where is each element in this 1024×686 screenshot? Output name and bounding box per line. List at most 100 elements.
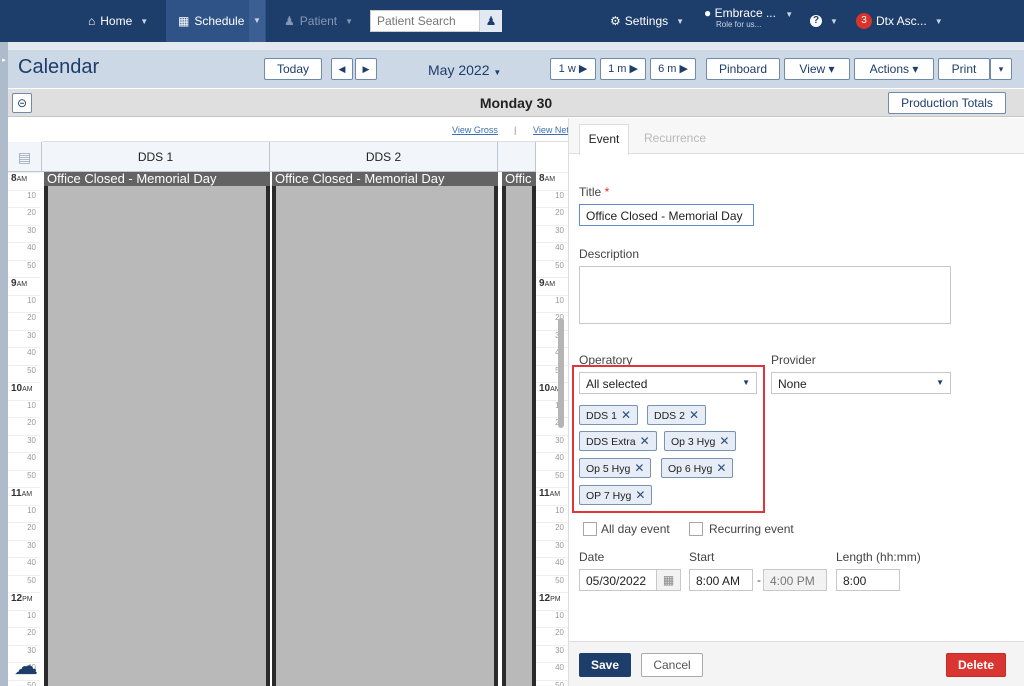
gear-icon: ⚙	[610, 14, 621, 28]
org-selector[interactable]: ● Embrace ... ▼ Role for us...	[704, 4, 793, 40]
date-value: 05/30/2022	[586, 574, 647, 588]
remove-tag-icon[interactable]: ✕	[640, 434, 650, 448]
nav-patient[interactable]: ♟ Patient ▼	[284, 0, 353, 42]
nav-settings-label: Settings	[624, 14, 669, 28]
time-hour-label: 11AM	[8, 487, 40, 505]
operatory-tag: OP 7 Hyg ✕	[579, 485, 653, 505]
time-minute-label: 50	[8, 469, 40, 488]
next-button[interactable]: ▶	[355, 58, 377, 80]
column-header-dds1: DDS 1	[42, 142, 270, 172]
provider-label: Provider	[771, 353, 816, 367]
event-tabs: Event Recurrence	[569, 118, 1024, 155]
month-label: May 2022	[428, 62, 490, 78]
time-minute-label: 30	[8, 224, 40, 243]
time-minute-label: 20	[536, 207, 568, 225]
operatory-tag: DDS 1 ✕	[579, 405, 638, 425]
print-options-button[interactable]: ▾	[990, 58, 1012, 80]
chevron-down-icon: ▼	[742, 378, 750, 387]
print-button[interactable]: Print	[938, 58, 990, 80]
cancel-button[interactable]: Cancel	[641, 653, 703, 677]
time-minute-label: 40	[536, 242, 568, 260]
tab-event[interactable]: Event	[579, 124, 629, 155]
description-label: Description	[579, 247, 640, 261]
previous-button[interactable]: ◀	[331, 58, 353, 80]
list-icon: ▤	[17, 149, 32, 165]
nav-schedule-label: Schedule	[194, 14, 245, 28]
range-1-week-button[interactable]: 1 w ▶	[550, 58, 596, 80]
view-gross-link[interactable]: View Gross	[452, 125, 498, 135]
time-minute-label: 40	[536, 662, 568, 680]
event-title: Offic	[502, 172, 536, 186]
title-label: Title *	[579, 185, 610, 199]
event-block-partial[interactable]: Offic	[502, 172, 536, 686]
time-minute-label: 50	[8, 574, 40, 593]
today-button[interactable]: Today	[264, 58, 322, 80]
provider-select-value: None	[778, 377, 807, 391]
chevron-down-icon: ▼	[493, 68, 502, 77]
time-minute-label: 40	[536, 557, 568, 575]
time-minute-label: 30	[536, 539, 568, 558]
end-time-input: 4:00 PM	[763, 569, 827, 591]
provider-select[interactable]: None ▼	[771, 372, 951, 394]
calendar-scrollbar[interactable]	[558, 318, 564, 428]
operatory-tag: DDS 2 ✕	[647, 405, 706, 425]
start-time-input[interactable]: 8:00 AM	[689, 569, 753, 591]
time-minute-label: 30	[8, 539, 40, 558]
time-minute-label: 30	[536, 644, 568, 663]
time-minute-label: 10	[536, 189, 568, 208]
time-range-dash: -	[757, 573, 761, 587]
remove-tag-icon[interactable]: ✕	[689, 408, 699, 422]
patient-search-input[interactable]	[370, 10, 480, 32]
left-collapse-strip[interactable]: ▸	[0, 42, 8, 686]
page-title: Calendar	[18, 56, 100, 78]
pinboard-button[interactable]: Pinboard	[706, 58, 780, 80]
event-block-dds1[interactable]: Office Closed - Memorial Day	[44, 172, 270, 686]
actions-menu-button[interactable]: Actions ▾	[854, 58, 934, 80]
remove-tag-icon[interactable]: ✕	[716, 461, 726, 475]
time-minute-label: 10	[536, 609, 568, 628]
remove-tag-icon[interactable]: ✕	[621, 408, 631, 422]
all-day-checkbox[interactable]	[583, 522, 597, 536]
patient-search-button[interactable]: ♟	[480, 10, 502, 32]
cloud-sync-icon[interactable]: ☁	[14, 652, 44, 682]
time-minute-label: 10	[8, 189, 40, 208]
time-minute-label: 10	[536, 294, 568, 313]
range-6-month-button[interactable]: 6 m ▶	[650, 58, 696, 80]
day-title: Monday 30	[479, 95, 553, 111]
nav-user[interactable]: 3 Dtx Asc... ▼	[856, 0, 943, 42]
remove-tag-icon[interactable]: ✕	[635, 488, 645, 502]
org-name: Embrace ...	[714, 6, 776, 20]
delete-button[interactable]: Delete	[946, 653, 1006, 677]
description-textarea[interactable]	[579, 266, 951, 324]
calendar-icon[interactable]: ▦	[656, 570, 680, 590]
person-icon: ♟	[284, 14, 295, 28]
production-totals-button[interactable]: Production Totals	[888, 92, 1006, 114]
month-selector[interactable]: May 2022 ▼	[428, 62, 501, 78]
time-minute-label: 20	[536, 627, 568, 645]
length-input[interactable]: 8:00	[836, 569, 900, 591]
title-input[interactable]: Office Closed - Memorial Day	[579, 204, 754, 226]
start-label: Start	[689, 550, 715, 564]
time-minute-label: 50	[536, 574, 568, 593]
remove-tag-icon[interactable]: ✕	[719, 434, 729, 448]
tab-recurrence[interactable]: Recurrence	[635, 124, 715, 154]
schedule-dropdown-toggle[interactable]: ▼	[249, 0, 265, 42]
operatory-select[interactable]: All selected ▼	[579, 372, 757, 394]
time-minute-label: 30	[536, 434, 568, 453]
nav-settings[interactable]: ⚙ Settings ▼	[610, 0, 684, 42]
nav-home[interactable]: ⌂ Home ▼	[88, 0, 148, 42]
time-hour-label: 12PM	[536, 592, 568, 610]
time-minute-label: 40	[8, 242, 40, 260]
chevron-down-icon: ▼	[785, 10, 794, 19]
view-menu-button[interactable]: View ▾	[784, 58, 850, 80]
column-settings-button[interactable]: ▤	[8, 142, 42, 172]
recurring-checkbox[interactable]	[689, 522, 703, 536]
remove-tag-icon[interactable]: ✕	[634, 461, 644, 475]
event-block-dds2[interactable]: Office Closed - Memorial Day	[272, 172, 498, 686]
save-button[interactable]: Save	[579, 653, 631, 677]
time-hour-label: 11AM	[536, 487, 568, 505]
view-net-link[interactable]: View Net	[533, 125, 568, 135]
nav-help[interactable]: ? ▼	[810, 0, 838, 42]
date-input[interactable]: 05/30/2022 ▦	[579, 569, 681, 591]
range-1-month-button[interactable]: 1 m ▶	[600, 58, 646, 80]
